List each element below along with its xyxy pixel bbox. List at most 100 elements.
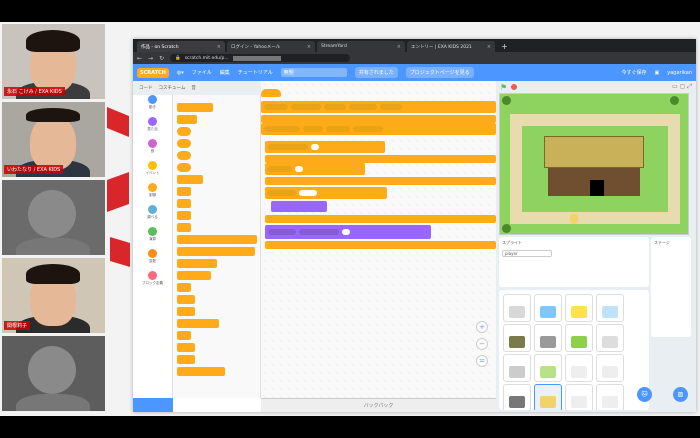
palette-block[interactable] (177, 127, 191, 136)
browser-tab[interactable]: 作品 - on Scratch × (137, 41, 225, 52)
looks-block[interactable] (271, 201, 327, 212)
palette-block[interactable] (177, 283, 191, 292)
category-control[interactable]: 制御 (133, 183, 172, 205)
player-sprite[interactable] (570, 214, 578, 224)
category-motion[interactable]: 動き (133, 95, 172, 117)
save-now-link[interactable]: 今すぐ保存 (622, 69, 647, 76)
sprite-thumb-selected[interactable] (534, 384, 562, 410)
sprite-thumb[interactable] (565, 294, 593, 322)
code-workspace[interactable]: + − = (261, 81, 496, 398)
palette-block[interactable] (177, 271, 211, 280)
palette-block[interactable] (177, 139, 191, 148)
palette-block[interactable] (177, 247, 255, 256)
add-backdrop-icon[interactable]: ▨ (673, 387, 688, 402)
project-page-button[interactable]: プロジェクトページを見る (405, 67, 474, 78)
code-block[interactable] (265, 141, 385, 153)
palette-block[interactable] (177, 115, 197, 124)
palette-block[interactable] (177, 331, 191, 340)
sprite-thumb[interactable] (503, 294, 531, 322)
video-tile[interactable] (2, 180, 105, 255)
code-block[interactable] (265, 163, 365, 175)
share-button[interactable]: 共有されました (354, 67, 398, 78)
menu-tutorials[interactable]: チュートリアル (238, 69, 273, 76)
reload-icon[interactable]: ↻ (159, 55, 164, 62)
video-tile[interactable] (2, 336, 105, 411)
sprite-thumb[interactable] (596, 294, 624, 322)
tab-code[interactable]: コード (139, 85, 153, 91)
back-icon[interactable]: ← (137, 55, 142, 62)
hat-block[interactable] (261, 89, 281, 97)
backpack[interactable]: バックパック (261, 398, 496, 412)
palette-block[interactable] (177, 355, 195, 364)
code-block[interactable] (265, 177, 496, 185)
menu-edit[interactable]: 編集 (220, 69, 230, 76)
add-extension-button[interactable] (133, 398, 173, 412)
sprite-thumb[interactable] (503, 324, 531, 352)
close-icon[interactable]: × (487, 44, 491, 50)
category-variables[interactable]: 変数 (133, 249, 172, 271)
video-tile[interactable]: 永石 こけみ / EXA KIDS (2, 24, 105, 99)
palette-block[interactable] (177, 223, 191, 232)
globe-icon[interactable]: ◍▾ (177, 70, 184, 76)
menu-file[interactable]: ファイル (192, 69, 212, 76)
browser-tab[interactable]: エントリー | EXA KIDS 2021 × (407, 41, 495, 52)
close-icon[interactable]: × (307, 44, 311, 50)
palette-block[interactable] (177, 103, 213, 112)
palette-block[interactable] (177, 319, 219, 328)
zoom-out-icon[interactable]: − (476, 338, 488, 350)
add-sprite-icon[interactable]: 🐱 (637, 387, 652, 402)
forward-icon[interactable]: → (148, 55, 153, 62)
stage-selector[interactable]: ステージ (651, 237, 691, 337)
sprite-thumb[interactable] (596, 354, 624, 382)
green-flag-icon[interactable]: ⚑ (500, 83, 507, 92)
tab-costumes[interactable]: コスチューム (159, 85, 186, 91)
stage-size-icon[interactable]: ▭ ▢ ⤢ (672, 83, 692, 91)
category-my-blocks[interactable]: ブロック定義 (133, 271, 172, 293)
palette-block[interactable] (177, 367, 225, 376)
code-block[interactable] (261, 123, 496, 135)
category-events[interactable]: イベント (133, 161, 172, 183)
video-tile[interactable]: 関根莉子 (2, 258, 105, 333)
sprite-thumb[interactable] (565, 384, 593, 410)
video-tile[interactable]: いわたなり / EXA KIDS (2, 102, 105, 177)
sprite-thumb[interactable] (503, 384, 531, 410)
code-block[interactable] (265, 187, 387, 199)
folder-icon[interactable]: ▣ (655, 70, 660, 76)
palette-block[interactable] (177, 343, 195, 352)
palette-block[interactable] (177, 175, 203, 184)
zoom-reset-icon[interactable]: = (476, 355, 488, 367)
browser-tab[interactable]: StreamYard × (317, 41, 405, 52)
sprite-thumb[interactable] (565, 354, 593, 382)
sprite-thumb[interactable] (534, 294, 562, 322)
palette-block[interactable] (177, 307, 195, 316)
palette-block[interactable] (177, 235, 257, 244)
looks-block[interactable] (265, 225, 431, 239)
palette-block[interactable] (177, 199, 191, 208)
palette-block[interactable] (177, 211, 191, 220)
close-icon[interactable]: × (397, 44, 401, 50)
category-sound[interactable]: 音 (133, 139, 172, 161)
palette-block[interactable] (177, 295, 195, 304)
browser-tab[interactable]: ログイン - Yahooメール × (227, 41, 315, 52)
url-field[interactable]: 🔒 scratch.mit.edu/p... (170, 54, 351, 62)
palette-block[interactable] (177, 259, 217, 268)
code-block[interactable] (265, 241, 496, 249)
palette-block[interactable] (177, 163, 191, 172)
game-stage[interactable] (499, 93, 689, 235)
code-block[interactable] (261, 115, 496, 123)
category-looks[interactable]: 見た目 (133, 117, 172, 139)
code-block[interactable] (265, 155, 496, 163)
scratch-logo[interactable]: SCRATCH (137, 67, 169, 78)
sprite-thumb[interactable] (565, 324, 593, 352)
sprite-thumb[interactable] (534, 324, 562, 352)
palette-block[interactable] (177, 187, 191, 196)
project-title-input[interactable]: 無題 (280, 68, 347, 77)
sprite-thumb[interactable] (596, 324, 624, 352)
code-block[interactable] (261, 101, 496, 113)
category-sensing[interactable]: 調べる (133, 205, 172, 227)
close-icon[interactable]: × (217, 44, 221, 50)
stop-icon[interactable] (511, 84, 518, 90)
sprite-thumb[interactable] (503, 354, 531, 382)
code-block[interactable] (265, 215, 496, 223)
username[interactable]: yagarikan (667, 70, 692, 76)
